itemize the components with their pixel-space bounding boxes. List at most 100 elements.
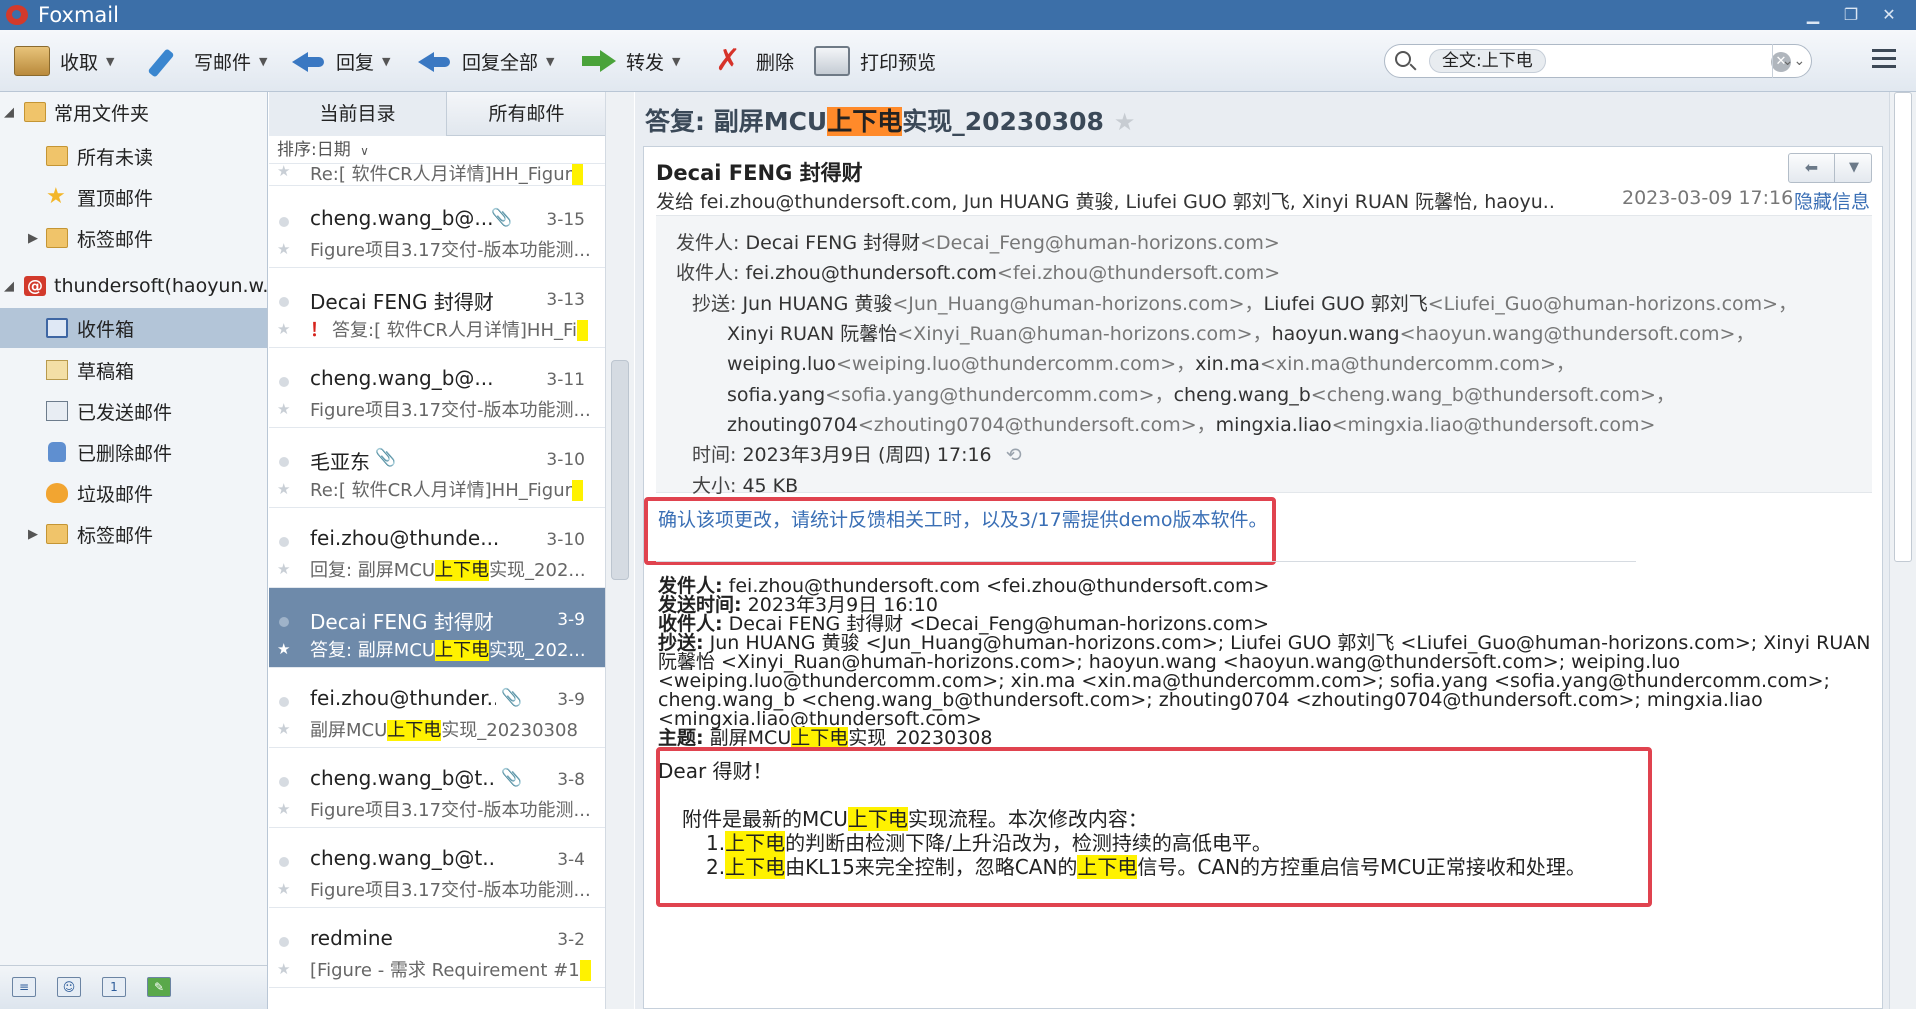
mail-subject: Re:[ 软件CR人月详情]HH_Figur [310,476,600,502]
reply-all-button[interactable]: 回复全部 ▼ [416,42,554,80]
detail-time: 时间: 2023年3月9日 (周四) 17:16 ⟲ [692,444,1022,466]
divider [656,561,1636,562]
folder-junk[interactable]: 垃圾邮件 [0,473,267,513]
search-chip[interactable]: 全文:上下电 [1429,49,1546,73]
history-clock-icon[interactable]: ⟲ [1006,444,1022,466]
hide-info-link[interactable]: 隐藏信息 [1794,187,1870,214]
calendar-icon[interactable]: 1 [102,977,126,997]
folder-tagged[interactable]: ▶ 标签邮件 [0,218,267,258]
read-status-dot[interactable] [279,457,289,467]
list-item[interactable]: Decai FENG 封得财 3-13 ★ ！答复:[ 软件CR人月详情]HH_… [269,268,605,348]
star-icon[interactable]: ★ [277,800,290,818]
folder-favorites[interactable]: ◢ 常用文件夹 [0,92,267,132]
delete-button[interactable]: ✗ 删除 [710,42,794,80]
list-item[interactable]: cheng.wang_b@... 3-11 ★ Figure项目3.17交付-版… [269,348,605,428]
list-item[interactable]: cheng.wang_b@t... 3-4 ★ Figure项目3.17交付-版… [269,828,605,908]
list-item[interactable]: cheng.wang_b@... 📎 3-15 ★ Figure项目3.17交付… [269,188,605,268]
list-item[interactable]: ★ Re:[ 软件CR人月详情]HH_Figur [269,164,605,186]
read-status-dot[interactable] [279,937,289,947]
detail-from-name[interactable]: Decai FENG 封得财 [745,232,920,254]
sender-name[interactable]: Decai FENG 封得财 [656,157,863,187]
list-scrollbar[interactable] [605,92,634,1009]
star-icon[interactable]: ★ [277,640,290,658]
sort-dropdown[interactable]: 排序:日期 ∨ [269,136,605,164]
close-icon[interactable]: ✕ [1876,4,1902,26]
reply-icon[interactable]: ⬅ [1789,154,1835,182]
change-item-1: 1.上下电的判断由检测下降/上升沿改为，检测持续的高低电平。 [706,831,1272,855]
receive-label: 收取 [60,51,99,74]
read-status-dot[interactable] [279,537,289,547]
mail-subject: ！答复:[ 软件CR人月详情]HH_Fi [310,316,600,342]
read-status-dot[interactable] [279,297,289,307]
sort-label: 排序:日期 [277,140,351,160]
mail-subject: Figure项目3.17交付-版本功能测... [310,240,591,261]
contacts-icon[interactable]: ☺ [57,977,81,997]
minimize-icon[interactable]: ▁ [1800,4,1826,26]
list-scrollbar-thumb[interactable] [611,360,629,580]
quoted-header: 发件人: fei.zhou@thundersoft.com <fei.zhou@… [658,577,1874,749]
expand-triangle-icon[interactable]: ▶ [28,231,38,246]
star-icon[interactable]: ★ [277,880,290,898]
receive-button[interactable]: 收取 ▼ [14,42,114,80]
main-menu-icon[interactable] [1872,49,1896,71]
compose-button[interactable]: 写邮件 ▼ [148,42,267,80]
folder-label: 常用文件夹 [54,102,150,125]
read-status-dot[interactable] [279,617,289,627]
star-icon[interactable]: ★ [277,480,290,498]
star-icon[interactable]: ★ [277,560,290,578]
search-input[interactable]: 全文:上下电 ✕ [1384,44,1812,78]
chevron-down-icon[interactable]: ▼ [106,55,114,68]
folder-sent[interactable]: 已发送邮件 [0,391,267,431]
read-status-dot[interactable] [279,377,289,387]
reply-button[interactable]: 回复 ▼ [290,42,390,80]
folder-all-unread[interactable]: 所有未读 [0,136,267,176]
list-item[interactable]: fei.zhou@thunde... 3-10 ★ 回复: 副屏MCU上下电实现… [269,508,605,588]
star-icon[interactable]: ★ [277,960,290,978]
recipients-summary: 发给 fei.zhou@thundersoft.com, Jun HUANG 黄… [656,191,1556,213]
search-options-button[interactable]: ⌄⌄ [1772,44,1814,78]
reading-pane-scrollbar-thumb[interactable] [1894,92,1912,562]
list-item[interactable]: 毛亚东 📎 3-10 ★ Re:[ 软件CR人月详情]HH_Figur [269,428,605,508]
read-status-dot[interactable] [279,217,289,227]
folder-inbox[interactable]: 收件箱 [0,308,267,348]
mail-view-icon[interactable]: ≡ [12,977,36,997]
expand-triangle-icon[interactable]: ▶ [28,527,38,542]
reply-arrow-icon [290,46,326,76]
folder-tagged-account[interactable]: ▶ 标签邮件 [0,514,267,554]
account-thundersoft[interactable]: ◢ @ thundersoft(haoyun.w... [0,266,280,306]
reading-pane-scrollbar[interactable] [1889,92,1916,1009]
folder-pinned[interactable]: ★ 置顶邮件 [0,177,267,217]
forward-button[interactable]: 转发 ▼ [580,42,680,80]
star-icon[interactable]: ★ [277,240,290,258]
star-icon[interactable]: ★ [277,164,290,180]
list-item[interactable]: cheng.wang_b@t... 📎 3-8 ★ Figure项目3.17交付… [269,748,605,828]
chevron-down-icon[interactable]: ▼ [382,55,390,68]
folder-label: 已删除邮件 [77,442,173,465]
more-actions-icon[interactable]: ▼ [1836,154,1872,182]
read-status-dot[interactable] [279,857,289,867]
chevron-down-icon[interactable]: ▼ [672,55,680,68]
tab-all-mail[interactable]: 所有邮件 [448,92,605,136]
chevron-down-icon[interactable]: ▼ [259,55,267,68]
detail-cc-line3: weiping.luo<weiping.luo@thundercomm.com>… [727,353,1575,375]
chevron-down-icon[interactable]: ▼ [546,55,554,68]
star-icon[interactable]: ★ [277,720,290,738]
read-status-dot[interactable] [279,777,289,787]
restore-icon[interactable]: ❐ [1838,4,1864,26]
star-icon[interactable]: ★ [277,400,290,418]
collapse-triangle-icon[interactable]: ◢ [4,105,14,120]
list-item[interactable]: fei.zhou@thunder... 📎 3-9 ★ 副屏MCU上下电实现_2… [269,668,605,748]
notes-icon[interactable]: ✎ [147,977,171,997]
print-preview-button[interactable]: 打印预览 [814,42,936,80]
collapse-triangle-icon[interactable]: ◢ [4,279,14,294]
tab-current-folder[interactable]: 当前目录 [269,92,447,136]
star-icon[interactable]: ★ [1114,108,1136,136]
folder-deleted[interactable]: 已删除邮件 [0,432,267,472]
list-item-selected[interactable]: Decai FENG 封得财 3-9 ★ 答复: 副屏MCU上下电实现_202.… [269,588,605,668]
star-icon[interactable]: ★ [277,320,290,338]
list-item[interactable]: redmine 3-2 ★ [Figure - 需求 Requirement #… [269,908,605,988]
read-status-dot[interactable] [279,697,289,707]
folder-drafts[interactable]: 草稿箱 [0,350,267,390]
detail-to-name[interactable]: fei.zhou@thundersoft.com [745,262,996,284]
attachment-icon: 📎 [375,448,397,468]
